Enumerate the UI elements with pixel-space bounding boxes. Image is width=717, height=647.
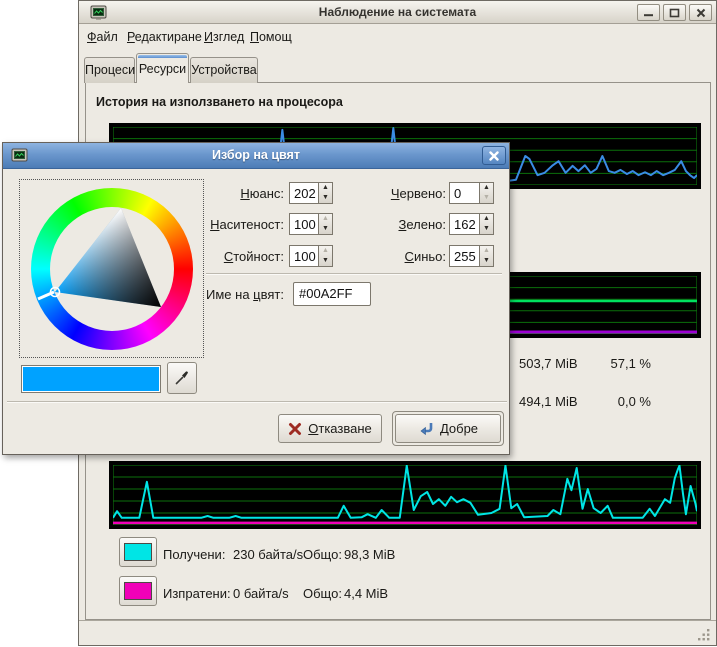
menu-help[interactable]: Помощ [247, 29, 295, 47]
maximize-button[interactable] [663, 4, 686, 21]
window-title: Наблюдение на системата [79, 5, 716, 19]
color-name-label: Име на цвят: [133, 287, 284, 302]
color-preview-swatch [21, 365, 161, 393]
menu-file[interactable]: Файл [84, 29, 121, 47]
sent-rate: 0 байта/s [233, 586, 289, 601]
eyedropper-icon [174, 370, 190, 386]
saturation-down-arrow[interactable]: ▼ [319, 224, 332, 234]
value-down-arrow[interactable]: ▼ [319, 256, 332, 266]
minimize-icon [643, 8, 654, 17]
cancel-button[interactable]: Отказване [278, 414, 382, 443]
ok-button[interactable]: Добре [395, 414, 501, 443]
hue-up-arrow[interactable]: ▲ [319, 183, 332, 193]
hue-label: Нюанс: [133, 186, 284, 201]
color-picker-dialog: Избор на цвят [2, 142, 510, 455]
network-received-line [113, 466, 697, 518]
resize-grip[interactable] [698, 628, 711, 641]
close-button[interactable] [689, 4, 712, 21]
menu-edit[interactable]: Редактиране [124, 29, 205, 47]
maximize-icon [669, 8, 680, 18]
sent-color-button[interactable] [119, 576, 157, 606]
cancel-icon [288, 422, 302, 436]
saturation-spinbox[interactable]: 100 ▲▼ [289, 213, 333, 235]
blue-label: Синьо: [333, 249, 446, 264]
saturation-label: Наситеност: [133, 217, 284, 232]
cpu-history-title: История на използването на процесора [96, 95, 343, 109]
blue-down-arrow[interactable]: ▼ [480, 256, 493, 266]
dialog-title: Избор на цвят [3, 148, 509, 162]
dialog-close-icon [489, 151, 499, 161]
swap-used-percent: 0,0 % [575, 394, 651, 409]
value-up-arrow[interactable]: ▲ [319, 246, 332, 256]
close-icon [696, 8, 706, 18]
tab-processes[interactable]: Процеси [84, 57, 135, 83]
dialog-titlebar[interactable]: Избор на цвят [3, 143, 509, 169]
blue-up-arrow[interactable]: ▲ [480, 246, 493, 256]
green-spinbox[interactable]: 162 ▲▼ [449, 213, 494, 235]
red-label: Червено: [333, 186, 446, 201]
memory-used-value: 503,7 MiB [519, 356, 578, 371]
sent-color-swatch [124, 582, 152, 600]
color-preview-fill [23, 367, 159, 391]
eyedropper-button[interactable] [167, 362, 197, 394]
action-area-separator [7, 401, 507, 403]
received-label: Получени: [163, 547, 225, 562]
main-titlebar[interactable]: Наблюдение на системата [79, 1, 716, 24]
tab-resources[interactable]: Ресурси [136, 53, 189, 83]
menu-view[interactable]: Изглед [201, 29, 247, 47]
received-color-swatch [124, 543, 152, 561]
value-label: Стойност: [133, 249, 284, 264]
swap-used-value: 494,1 MiB [519, 394, 578, 409]
green-up-arrow[interactable]: ▲ [480, 214, 493, 224]
received-rate: 230 байта/s [233, 547, 303, 562]
red-spinbox[interactable]: 0 ▲▼ [449, 182, 494, 204]
red-up-arrow[interactable]: ▲ [480, 183, 493, 193]
active-tab-highlight [138, 55, 187, 58]
statusbar [79, 620, 716, 645]
sent-label: Изпратени: [163, 586, 231, 601]
green-down-arrow[interactable]: ▼ [480, 224, 493, 234]
fields-separator [206, 273, 502, 275]
saturation-value-triangle[interactable] [31, 188, 193, 350]
received-total-label: Общо: [303, 547, 342, 562]
red-down-arrow[interactable]: ▼ [480, 193, 493, 203]
color-name-input[interactable]: #00A2FF [293, 282, 371, 306]
saturation-up-arrow[interactable]: ▲ [319, 214, 332, 224]
blue-spinbox[interactable]: 255 ▲▼ [449, 245, 494, 267]
hue-down-arrow[interactable]: ▼ [319, 193, 332, 203]
received-color-button[interactable] [119, 537, 157, 567]
value-spinbox[interactable]: 100 ▲▼ [289, 245, 333, 267]
dialog-close-button[interactable] [482, 146, 506, 165]
minimize-button[interactable] [637, 4, 660, 21]
green-label: Зелено: [333, 217, 446, 232]
tab-devices[interactable]: Устройства [190, 57, 258, 83]
ok-icon [418, 422, 434, 436]
received-total: 98,3 MiB [344, 547, 395, 562]
sent-total: 4,4 MiB [344, 586, 388, 601]
sent-total-label: Общо: [303, 586, 342, 601]
hue-spinbox[interactable]: 202 ▲▼ [289, 182, 333, 204]
memory-used-percent: 57,1 % [575, 356, 651, 371]
network-history-chart [109, 461, 701, 529]
ok-button-default-ring: Добре [392, 411, 504, 446]
color-wheel-frame [19, 179, 204, 358]
